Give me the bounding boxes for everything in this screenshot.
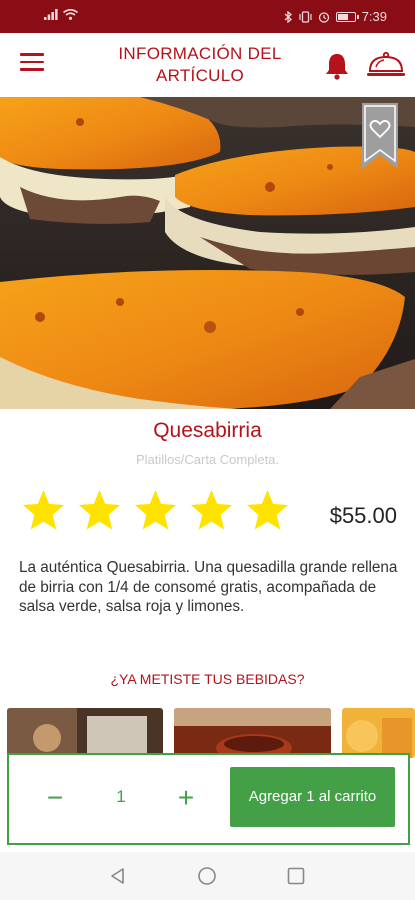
add-to-cart-bar: − 1 + Agregar 1 al carrito — [7, 753, 410, 845]
rating-stars — [20, 487, 291, 534]
star-icon — [246, 489, 289, 530]
drinks-prompt-link[interactable]: ¿YA METISTE TUS BEBIDAS? — [0, 671, 415, 687]
product-name: Quesabirria — [153, 419, 262, 442]
bell-icon[interactable] — [322, 51, 352, 81]
alarm-icon — [318, 11, 329, 23]
vibrate-icon — [299, 10, 312, 23]
app-header: INFORMACIÓN DEL ARTÍCULO — [0, 33, 415, 97]
quantity-value: 1 — [116, 787, 126, 806]
status-time: 7:39 — [361, 9, 387, 24]
star-icon — [134, 489, 177, 530]
cloche-dish-icon[interactable] — [366, 49, 406, 81]
page-title: INFORMACIÓN DEL ARTÍCULO — [100, 43, 300, 87]
decrease-quantity-button[interactable]: − — [41, 783, 69, 813]
increase-quantity-button[interactable]: + — [171, 783, 201, 813]
signal-icon — [44, 9, 58, 20]
star-icon — [190, 489, 233, 530]
recent-apps-square-icon[interactable] — [287, 867, 305, 885]
product-photo — [0, 97, 415, 409]
wifi-icon — [63, 9, 78, 20]
drinks-carousel[interactable] — [0, 708, 415, 758]
back-triangle-icon[interactable] — [108, 866, 128, 886]
home-circle-icon[interactable] — [197, 866, 217, 886]
star-icon — [22, 489, 65, 530]
bluetooth-icon — [284, 10, 292, 23]
drink-thumbnail[interactable] — [342, 708, 415, 758]
page-title-line1: INFORMACIÓN DEL — [118, 44, 282, 63]
hamburger-menu-icon[interactable] — [20, 53, 44, 75]
drink-thumbnail[interactable] — [7, 708, 163, 758]
system-navigation-bar — [0, 852, 415, 900]
product-description: La auténtica Quesabirria. Una quesadilla… — [19, 559, 398, 615]
favorite-ribbon-icon[interactable] — [362, 103, 398, 169]
add-to-cart-button[interactable]: Agregar 1 al carrito — [230, 767, 395, 827]
drink-thumbnail[interactable] — [174, 708, 331, 758]
product-category: Platillos/Carta Completa. — [135, 452, 280, 467]
product-price: $55.00 — [329, 503, 397, 528]
star-icon — [78, 489, 121, 530]
page-title-line2: ARTÍCULO — [155, 66, 245, 85]
battery-icon — [335, 11, 359, 22]
status-bar: 7:39 — [0, 0, 415, 33]
